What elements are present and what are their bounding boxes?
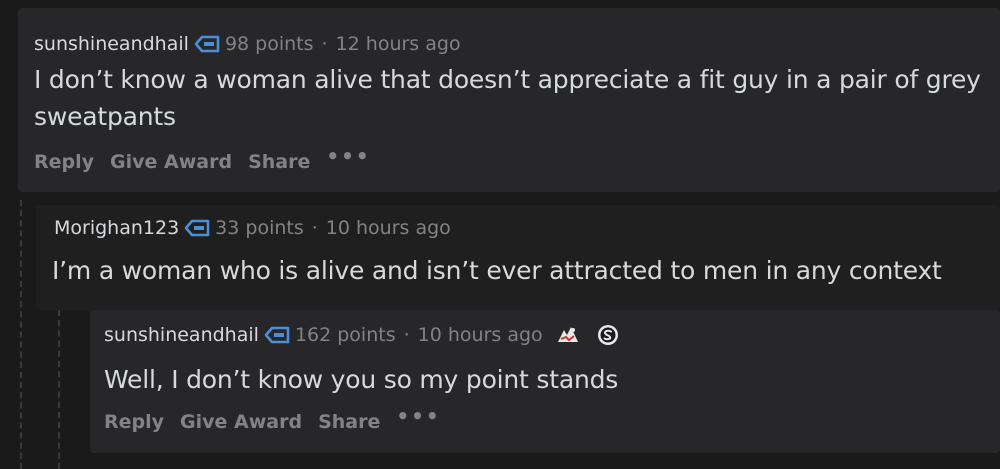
share-button[interactable]: Share (248, 151, 310, 173)
comment-author[interactable]: sunshineandhail (34, 33, 189, 55)
comment: sunshineandhail 162 points · 10 hours ag… (90, 310, 1000, 453)
award-icon[interactable] (555, 324, 581, 346)
comment-author[interactable]: Morighan123 (54, 217, 179, 239)
comment-meta: Morighan123 33 points · 10 hours ago (54, 217, 451, 239)
comment-body: I’m a woman who is alive and isn’t ever … (52, 256, 942, 285)
comment-points: 33 points (215, 217, 304, 239)
meta-separator: · (321, 33, 328, 55)
silver-award-icon[interactable] (595, 324, 621, 346)
comment-body: I don’t know a woman alive that doesn’t … (34, 65, 981, 131)
give-award-button[interactable]: Give Award (180, 411, 302, 433)
comment-points: 162 points (294, 324, 396, 346)
comment-thread: sunshineandhail 98 points · 12 hours ago… (0, 0, 1000, 469)
meta-separator: · (403, 324, 410, 346)
comment-timestamp[interactable]: 12 hours ago (336, 33, 461, 55)
more-options-button[interactable]: ••• (396, 404, 440, 428)
comment: Morighan123 33 points · 10 hours ago I’m… (36, 205, 1000, 310)
comment-points: 98 points (224, 33, 314, 55)
comment-timestamp[interactable]: 10 hours ago (418, 324, 543, 346)
meta-separator: · (311, 217, 318, 239)
give-award-button[interactable]: Give Award (110, 151, 232, 173)
reply-button[interactable]: Reply (34, 151, 94, 173)
flair-tag-icon (184, 219, 210, 237)
comment: sunshineandhail 98 points · 12 hours ago… (18, 8, 1000, 192)
comment-actions: Reply Give Award Share ••• (104, 404, 457, 434)
comment-timestamp[interactable]: 10 hours ago (326, 217, 451, 239)
thread-collapse-line[interactable] (58, 310, 60, 469)
comment-body: Well, I don’t know you so my point stand… (104, 365, 619, 394)
comment-actions: Reply Give Award Share ••• (34, 144, 387, 174)
awards (555, 324, 621, 346)
flair-tag-icon (194, 35, 220, 53)
reply-button[interactable]: Reply (104, 411, 164, 433)
more-options-button[interactable]: ••• (326, 144, 370, 168)
flair-tag-icon (264, 326, 290, 344)
comment-meta: sunshineandhail 98 points · 12 hours ago (34, 33, 461, 55)
share-button[interactable]: Share (318, 411, 380, 433)
comment-meta: sunshineandhail 162 points · 10 hours ag… (104, 324, 621, 346)
comment-author[interactable]: sunshineandhail (104, 324, 259, 346)
thread-collapse-line[interactable] (20, 200, 22, 469)
